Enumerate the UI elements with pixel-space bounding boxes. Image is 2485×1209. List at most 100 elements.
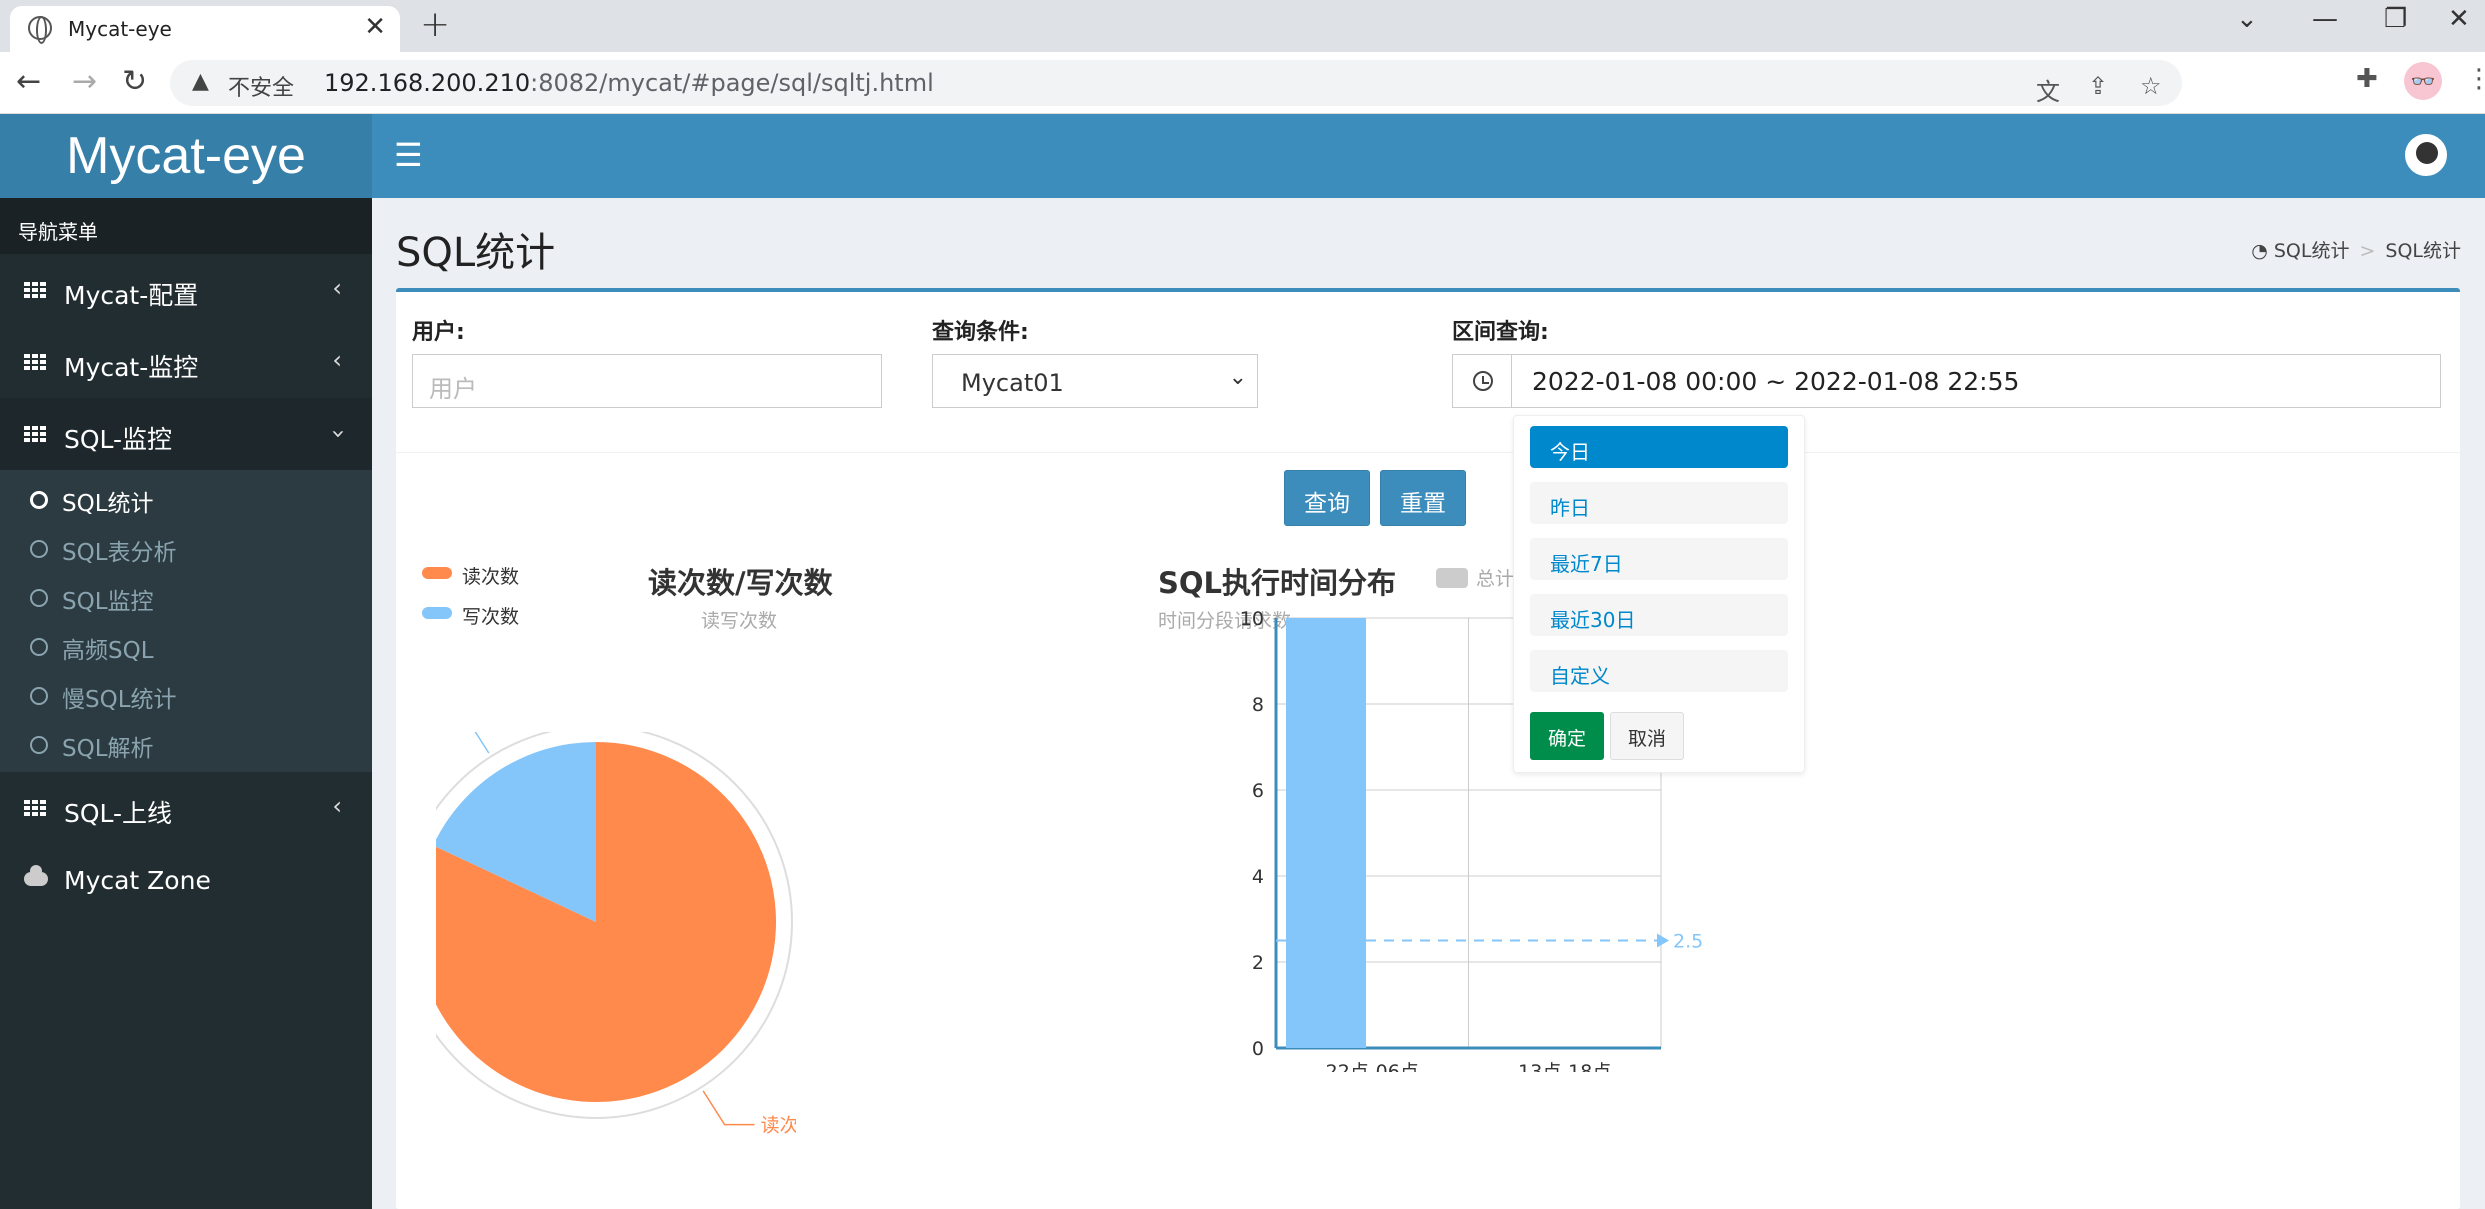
sidebar-item-mycat-monitor[interactable]: Mycat-监控 ‹ (0, 326, 372, 398)
chevron-left-icon: ‹ (332, 274, 342, 302)
legend-read-swatch[interactable] (416, 546, 429, 558)
tab-close-icon[interactable]: ✕ (364, 12, 386, 42)
profile-avatar[interactable]: 👓 (2404, 62, 2442, 100)
sidebar-item-sql-release[interactable]: SQL-上线 ‹ (0, 772, 372, 844)
new-tab-icon[interactable]: + (420, 4, 450, 45)
sidebar-item-mycat-config[interactable]: Mycat-配置 ‹ (0, 254, 372, 326)
sql-monitor-submenu: SQL统计 SQL表分析 SQL监控 高频SQL 慢SQL统计 SQL解析 (0, 470, 372, 772)
globe-icon (28, 16, 52, 44)
date-range-dropdown: 今日 昨日 最近7日 最近30日 自定义 确定 取消 (1513, 415, 1805, 773)
url-host: 192.168.200.210 (324, 69, 531, 97)
url-text[interactable]: 192.168.200.210:8082/mycat/#page/sql/sql… (324, 69, 934, 97)
legend-total-swatch[interactable] (1436, 568, 1468, 588)
range-option-last-30-days[interactable]: 最近30日 (1530, 594, 1788, 636)
date-range-input[interactable]: 2022-01-08 00:00 ~ 2022-01-08 22:55 (1511, 354, 2441, 408)
sidebar-item-sql-monitor[interactable]: SQL-监控 ‹ (0, 398, 372, 470)
browser-tab-bar: Mycat-eye ✕ + ⌄ — ❐ ✕ (0, 0, 2485, 52)
user-input[interactable]: 用户 (412, 354, 882, 408)
submenu-label: SQL解析 (62, 736, 154, 762)
sidebar-header: 导航菜单 (0, 198, 372, 254)
submenu-item-frequent-sql[interactable]: 高频SQL (0, 621, 372, 670)
grid-icon (24, 426, 46, 442)
share-icon[interactable]: ⇪ (2088, 72, 2108, 100)
browser-tab[interactable]: Mycat-eye ✕ (10, 6, 400, 52)
confirm-button[interactable]: 确定 (1530, 712, 1604, 760)
bookmark-star-icon[interactable]: ☆ (2140, 72, 2162, 100)
tab-search-icon[interactable]: ⌄ (2236, 4, 2258, 34)
legend-read-label[interactable]: 读次数 (462, 562, 519, 589)
grid-icon (24, 354, 46, 370)
back-icon[interactable]: ← (16, 64, 41, 99)
bar-markline-label: 2.5 (1673, 931, 1703, 953)
sidebar-item-mycat-zone[interactable]: Mycat Zone (0, 844, 372, 916)
forward-icon[interactable]: → (72, 64, 97, 99)
submenu-item-sql-parse[interactable]: SQL解析 (0, 719, 372, 768)
sidebar-toggle-icon[interactable]: ☰ (394, 136, 423, 174)
legend-read-swatch[interactable] (422, 567, 452, 579)
legend-write-swatch[interactable] (422, 607, 452, 619)
app-logo[interactable]: Mycat-eye (0, 114, 372, 198)
extensions-icon[interactable]: ✚ (2356, 64, 2378, 94)
page-title: SQL统计 (396, 230, 556, 276)
bar-ytick-label: 4 (1252, 866, 1264, 888)
range-option-last-7-days[interactable]: 最近7日 (1530, 538, 1788, 580)
submenu-label: 高频SQL (62, 638, 154, 664)
restore-icon[interactable]: ❐ (2384, 4, 2407, 34)
grid-icon (24, 282, 46, 298)
pie-chart-title: 读次数/写次数 (648, 566, 833, 600)
chevron-down-icon: ‹ (323, 429, 352, 439)
clock-icon (1473, 371, 1493, 391)
omnibox[interactable]: ▲ 不安全 192.168.200.210:8082/mycat/#page/s… (170, 60, 2182, 106)
circle-icon (30, 687, 48, 705)
pie-chart: 读次数写次数 (436, 732, 796, 1137)
bar-ytick-label: 0 (1252, 1038, 1264, 1060)
condition-selected-value: Mycat01 (961, 369, 1064, 397)
translate-icon[interactable]: 文 (2036, 72, 2060, 107)
minimize-icon[interactable]: — (2312, 4, 2338, 34)
circle-icon (30, 736, 48, 754)
chevron-left-icon: ‹ (332, 346, 342, 374)
submenu-label: 慢SQL统计 (62, 687, 177, 713)
range-option-custom[interactable]: 自定义 (1530, 650, 1788, 692)
bar-xtick-label: 13点-18点 (1518, 1061, 1611, 1072)
chevron-down-icon: ⌄ (1228, 365, 1247, 390)
submenu-item-sql-stats[interactable]: SQL统计 (0, 474, 372, 523)
warning-icon: ▲ (192, 69, 209, 94)
bar-ytick-label: 10 (1240, 608, 1264, 630)
legend-total-label[interactable]: 总计 (1476, 564, 1514, 591)
range-option-yesterday[interactable]: 昨日 (1530, 482, 1788, 524)
bar-ytick-label: 8 (1252, 694, 1264, 716)
bar-0 (1286, 618, 1366, 1048)
browser-menu-icon[interactable]: ⋮ (2466, 64, 2485, 94)
breadcrumb-separator: > (2359, 240, 2376, 262)
sidebar-item-label: Mycat-监控 (64, 353, 199, 382)
sidebar-item-label: SQL-监控 (64, 425, 173, 454)
breadcrumb-link[interactable]: SQL统计 (2274, 240, 2350, 262)
dashboard-icon: ◔ (2251, 240, 2268, 262)
query-button[interactable]: 查询 (1284, 470, 1370, 526)
top-navbar: ☰ (372, 114, 2485, 198)
window-close-icon[interactable]: ✕ (2448, 4, 2470, 34)
bar-ytick-label: 2 (1252, 952, 1264, 974)
grid-icon (24, 800, 46, 816)
reload-icon[interactable]: ↻ (122, 64, 147, 99)
condition-select[interactable]: Mycat01 ⌄ (932, 354, 1258, 408)
pie-chart-subtitle: 读写次数 (701, 610, 778, 632)
submenu-label: SQL统计 (62, 491, 154, 517)
condition-label: 查询条件: (932, 320, 1029, 345)
bar-ytick-label: 6 (1252, 780, 1264, 802)
bar-xtick-label: 22点-06点 (1326, 1061, 1419, 1072)
submenu-item-slow-sql[interactable]: 慢SQL统计 (0, 670, 372, 719)
reset-button[interactable]: 重置 (1380, 470, 1466, 526)
clock-icon-addon (1452, 354, 1512, 408)
submenu-item-sql-table-analysis[interactable]: SQL表分析 (0, 523, 372, 572)
insecure-label: 不安全 (228, 76, 295, 101)
range-label: 区间查询: (1452, 320, 1549, 345)
tab-title: Mycat-eye (68, 17, 172, 41)
form-divider (396, 452, 2460, 453)
cancel-button[interactable]: 取消 (1610, 712, 1684, 760)
submenu-item-sql-monitor[interactable]: SQL监控 (0, 572, 372, 621)
legend-write-label[interactable]: 写次数 (462, 602, 519, 629)
user-avatar[interactable] (2405, 134, 2447, 176)
range-option-today[interactable]: 今日 (1530, 426, 1788, 468)
